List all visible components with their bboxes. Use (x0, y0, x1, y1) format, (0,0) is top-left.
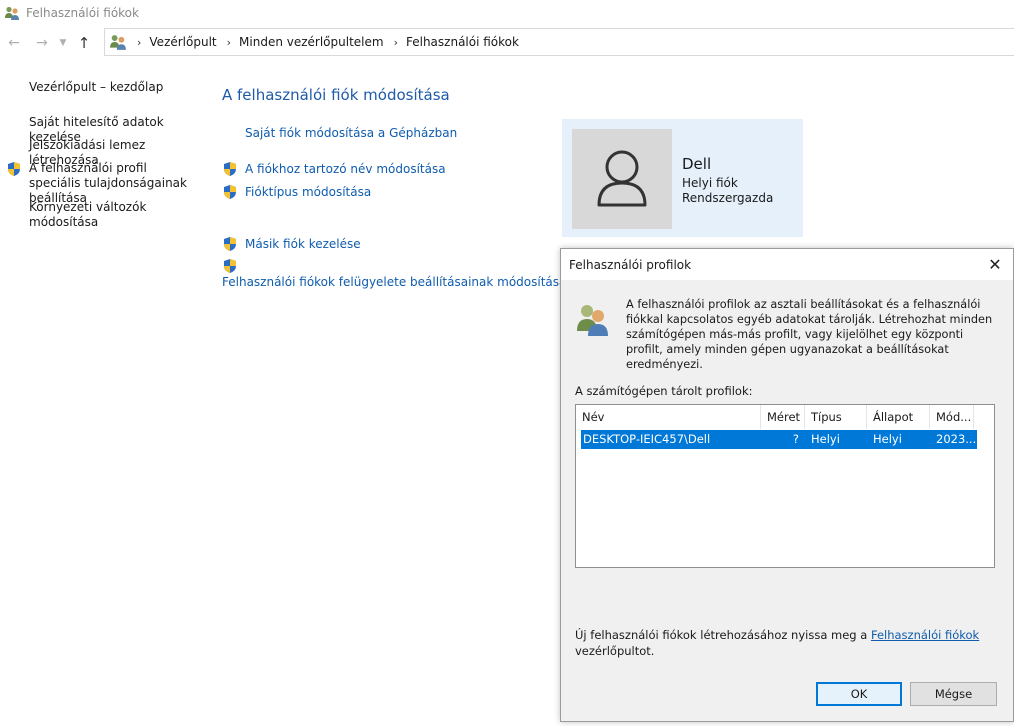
dialog-description: A felhasználói profilok az asztali beáll… (626, 298, 993, 371)
change-account-in-settings-link[interactable]: Saját fiók módosítása a Gépházban (245, 126, 457, 141)
avatar (572, 129, 672, 229)
ok-button[interactable]: OK (816, 682, 902, 706)
page-title: A felhasználói fiók módosítása (222, 86, 450, 104)
cancel-button[interactable]: Mégse (910, 682, 997, 706)
breadcrumb-all-items[interactable]: Minden vezérlőpultelem (239, 35, 384, 49)
user-silhouette-icon (597, 150, 647, 207)
environment-variables-link[interactable]: Környezeti változók módosítása (29, 200, 199, 230)
change-account-type-link[interactable]: Fióktípus módosítása (245, 185, 371, 200)
window-title: Felhasználói fiókok (26, 6, 139, 20)
uac-shield-icon (224, 259, 236, 273)
forward-arrow-icon[interactable]: → (28, 29, 56, 57)
dialog-titlebar: Felhasználói profilok ✕ (561, 249, 1013, 280)
account-name: Dell (682, 155, 712, 173)
recent-locations-chevron-icon[interactable]: ▼ (56, 29, 70, 57)
row-type: Helyi (811, 432, 840, 446)
change-account-name-link[interactable]: A fiókhoz tartozó név módosítása (245, 162, 446, 177)
close-icon[interactable]: ✕ (983, 253, 1007, 275)
dialog-title: Felhasználói profilok (569, 258, 692, 272)
account-card: Dell Helyi fiók Rendszergazda (562, 119, 803, 237)
breadcrumb-chevron-icon[interactable]: › (227, 36, 231, 49)
footer-prefix: Új felhasználói fiókok létrehozásához ny… (575, 628, 871, 642)
column-header-status[interactable]: Állapot (867, 405, 930, 429)
footer-suffix: vezérlőpultot. (575, 644, 655, 658)
list-header: Név Méret Típus Állapot Mód... (576, 405, 994, 429)
uac-shield-icon (8, 162, 20, 176)
back-arrow-icon[interactable]: ← (0, 29, 28, 57)
manage-another-account-link[interactable]: Másik fiók kezelése (245, 237, 361, 252)
users-icon (5, 6, 19, 20)
profiles-list[interactable]: Név Méret Típus Állapot Mód... DESKTOP-I… (575, 404, 995, 568)
account-type: Helyi fiók (682, 176, 738, 190)
profiles-list-label: A számítógépen tárolt profilok: (575, 384, 753, 398)
uac-shield-icon (224, 162, 236, 176)
column-header-modified[interactable]: Mód... (930, 405, 974, 429)
user-profiles-dialog: Felhasználói profilok ✕ A felhasználói p… (560, 248, 1014, 722)
breadcrumb-chevron-icon[interactable]: › (137, 36, 141, 49)
row-name: DESKTOP-IEIC457\Dell (583, 432, 711, 446)
column-header-type[interactable]: Típus (805, 405, 867, 429)
column-header-name[interactable]: Név (576, 405, 761, 429)
account-role: Rendszergazda (682, 191, 774, 205)
control-panel-users-icon (110, 35, 126, 50)
control-panel-home-link[interactable]: Vezérlőpult – kezdőlap (29, 80, 199, 95)
row-size: ? (792, 432, 799, 446)
window-titlebar: Felhasználói fiókok (0, 0, 1014, 26)
row-modified: 2023... (936, 432, 977, 446)
navigation-bar: ← → ▼ ↑ › Vezérlőpult › Minden vezérlőpu… (0, 28, 1014, 58)
table-row[interactable]: DESKTOP-IEIC457\Dell ? Helyi Helyi 2023.… (581, 430, 977, 449)
column-header-size[interactable]: Méret (761, 405, 805, 429)
uac-shield-icon (224, 185, 236, 199)
up-arrow-icon[interactable]: ↑ (70, 29, 98, 57)
breadcrumb-chevron-icon[interactable]: › (394, 36, 398, 49)
user-accounts-link[interactable]: Felhasználói fiókok (871, 628, 979, 642)
uac-settings-link[interactable]: Felhasználói fiókok felügyelete beállítá… (222, 275, 566, 290)
breadcrumb-control-panel[interactable]: Vezérlőpult (149, 35, 216, 49)
row-status: Helyi (873, 432, 902, 446)
breadcrumb-user-accounts[interactable]: Felhasználói fiókok (406, 35, 519, 49)
address-bar[interactable]: › Vezérlőpult › Minden vezérlőpultelem ›… (104, 28, 1014, 56)
users-icon (577, 305, 608, 336)
dialog-footer-text: Új felhasználói fiókok létrehozásához ny… (575, 627, 995, 659)
uac-shield-icon (224, 237, 236, 251)
